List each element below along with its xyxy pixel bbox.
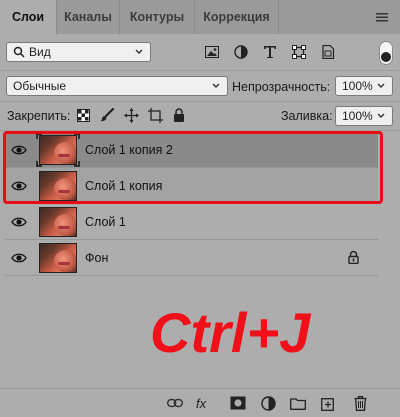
add-mask-icon[interactable] — [229, 395, 247, 411]
layer-thumbnail — [39, 171, 77, 201]
new-group-folder-icon[interactable] — [289, 395, 307, 411]
opacity-value: 100% — [342, 79, 373, 93]
fill-label: Заливка: — [281, 109, 333, 123]
layer-filter-row: Вид — [0, 34, 400, 70]
divider — [0, 70, 400, 71]
tab-paths[interactable]: Контуры — [120, 0, 195, 34]
eye-icon[interactable] — [11, 143, 27, 157]
divider — [0, 130, 400, 131]
divider — [0, 101, 400, 102]
shortcut-overlay-text: Ctrl+J — [150, 301, 311, 364]
eye-icon[interactable] — [11, 215, 27, 229]
fill-value: 100% — [342, 109, 373, 123]
smart-object-filter-icon[interactable] — [316, 43, 340, 61]
layers-scrollbar[interactable] — [382, 131, 396, 386]
lock-transparency-icon[interactable] — [75, 107, 91, 123]
lock-label: Закрепить: — [7, 109, 71, 123]
chevron-down-icon — [212, 83, 220, 88]
tab-channels[interactable]: Каналы — [57, 0, 120, 34]
lock-move-icon[interactable] — [123, 107, 139, 123]
layers-bottom-toolbar: fx — [0, 389, 400, 417]
layer-row[interactable]: Слой 1 — [5, 204, 378, 240]
adjustment-layer-filter-icon[interactable] — [229, 43, 253, 61]
layer-row[interactable]: Фон — [5, 240, 378, 276]
pixel-layer-filter-icon[interactable] — [200, 43, 224, 61]
tab-adjustments[interactable]: Коррекция — [195, 0, 279, 34]
lock-brush-icon[interactable] — [99, 107, 115, 123]
chevron-down-icon — [377, 83, 385, 88]
shape-layer-filter-icon[interactable] — [287, 43, 311, 61]
new-adjustment-layer-icon[interactable] — [259, 395, 277, 411]
selection-corners-icon — [36, 133, 80, 167]
search-icon — [13, 46, 25, 58]
filter-kind-value: Вид — [29, 45, 51, 59]
layer-row[interactable]: Слой 1 копия 2 — [5, 132, 378, 168]
delete-layer-icon[interactable] — [351, 395, 369, 411]
fx-button[interactable]: fx — [196, 395, 206, 411]
layer-name: Фон — [85, 251, 109, 265]
filter-kind-dropdown[interactable]: Вид — [6, 42, 151, 62]
chevron-down-icon — [135, 49, 143, 54]
panel-tab-bar: Слои Каналы Контуры Коррекция — [0, 0, 400, 34]
blend-mode-value: Обычные — [13, 79, 67, 93]
type-layer-filter-icon[interactable] — [258, 43, 282, 61]
new-layer-icon[interactable] — [319, 395, 337, 411]
eye-icon[interactable] — [11, 251, 27, 265]
layer-name: Слой 1 копия 2 — [85, 143, 173, 157]
layer-name: Слой 1 — [85, 215, 126, 229]
hamburger-icon — [376, 12, 388, 21]
filter-toggle-switch[interactable] — [379, 41, 393, 65]
layer-thumbnail — [39, 207, 77, 237]
opacity-label: Непрозрачность: — [232, 80, 331, 94]
layer-name: Слой 1 копия — [85, 179, 163, 193]
lock-all-icon[interactable] — [171, 107, 187, 123]
tab-layers[interactable]: Слои — [0, 0, 57, 34]
chevron-down-icon — [377, 113, 385, 118]
layer-row[interactable]: Слой 1 копия — [5, 168, 378, 204]
lock-icon — [348, 251, 359, 264]
eye-icon[interactable] — [11, 179, 27, 193]
lock-artboard-icon[interactable] — [147, 107, 163, 123]
fill-field[interactable]: 100% — [335, 106, 393, 126]
link-layers-icon[interactable] — [166, 395, 184, 411]
layer-thumbnail — [39, 243, 77, 273]
blend-mode-dropdown[interactable]: Обычные — [6, 76, 228, 96]
opacity-field[interactable]: 100% — [335, 76, 393, 96]
panel-menu-button[interactable] — [364, 0, 400, 34]
